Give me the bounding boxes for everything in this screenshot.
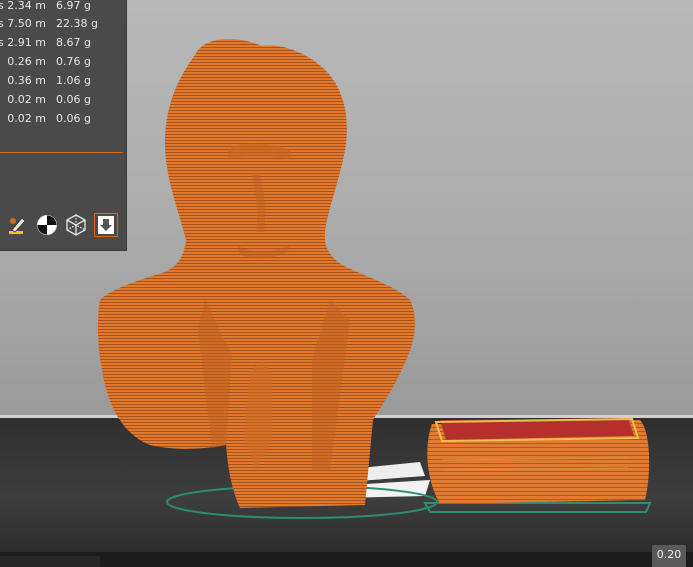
panel-divider [0,152,123,153]
center-of-mass-icon[interactable] [35,213,59,237]
stats-row: s 2.91 m 8.67 g [0,36,91,49]
bust-model[interactable] [97,39,415,508]
stats-row: s 2.34 m 6.97 g [0,0,91,12]
filament-weight: 1.06 g [56,74,91,87]
filament-weight: 0.76 g [56,55,91,68]
slice-stats-panel: s 2.34 m 6.97 g s 7.50 m 22.38 g s 2.91 … [0,0,127,251]
filament-length: 0.02 m [7,93,46,106]
filament-length: 7.50 m [7,17,46,30]
filament-weight: 0.06 g [56,93,91,106]
stats-row: 0.02 m 0.06 g [0,112,126,128]
paint-brush-icon[interactable] [6,213,30,237]
layer-height-badge[interactable]: 0.20 [652,545,686,567]
download-arrow-icon[interactable] [94,213,118,237]
stats-row: 0.36 m 1.06 g [0,74,126,90]
filament-length: 0.02 m [7,112,46,125]
filament-weight: 6.97 g [56,0,91,12]
box-model[interactable] [427,417,650,504]
filament-weight: 8.67 g [56,36,91,49]
filament-weight: 22.38 g [56,17,98,30]
stats-row: 0.26 m 0.76 g [0,55,126,71]
stats-row: s 7.50 m 22.38 g [0,17,98,30]
stats-row: 0.02 m 0.06 g [0,93,126,109]
filament-length: 0.36 m [7,74,46,87]
filament-length: 2.34 m [7,0,46,12]
wireframe-cube-icon[interactable] [64,213,88,237]
filament-length: 2.91 m [7,36,46,49]
filament-length: 0.26 m [7,55,46,68]
filament-weight: 0.06 g [56,112,91,125]
bottom-strip [0,556,100,567]
